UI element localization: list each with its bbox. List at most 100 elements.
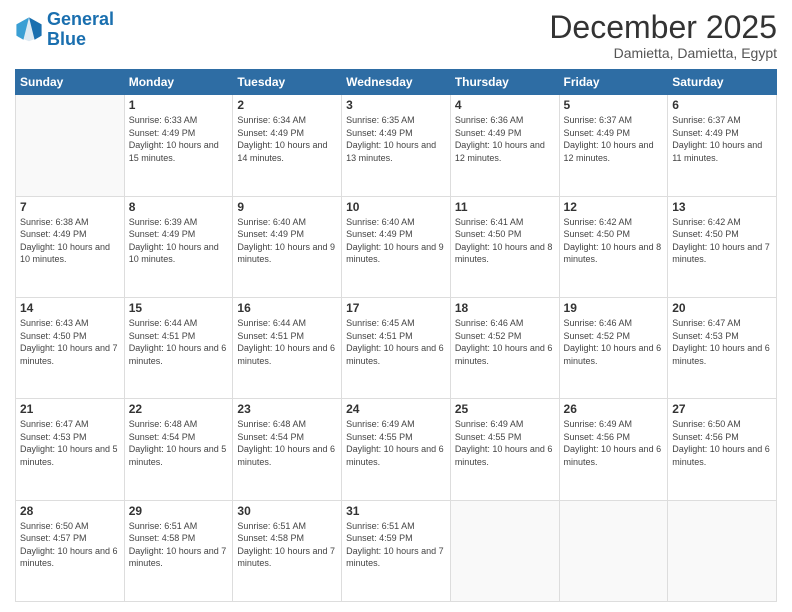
day-number: 23 (237, 402, 337, 416)
day-info: Sunrise: 6:44 AM Sunset: 4:51 PM Dayligh… (237, 317, 337, 367)
calendar-header: Sunday Monday Tuesday Wednesday Thursday… (16, 70, 777, 95)
page: General Blue December 2025 Damietta, Dam… (0, 0, 792, 612)
header-wednesday: Wednesday (342, 70, 451, 95)
cell-w2-d2: 8 Sunrise: 6:39 AM Sunset: 4:49 PM Daylig… (124, 196, 233, 297)
cell-w5-d2: 29 Sunrise: 6:51 AM Sunset: 4:58 PM Dayli… (124, 500, 233, 601)
day-number: 21 (20, 402, 120, 416)
day-info: Sunrise: 6:43 AM Sunset: 4:50 PM Dayligh… (20, 317, 120, 367)
cell-w3-d7: 20 Sunrise: 6:47 AM Sunset: 4:53 PM Dayli… (668, 297, 777, 398)
week-row-4: 21Sunrise: 6:47 AM Sunset: 4:53 PM Dayli… (16, 399, 777, 500)
day-number: 4 (455, 98, 555, 112)
header: General Blue December 2025 Damietta, Dam… (15, 10, 777, 61)
cell-w3-d6: 19 Sunrise: 6:46 AM Sunset: 4:52 PM Dayli… (559, 297, 668, 398)
logo-text: General Blue (47, 10, 114, 50)
day-info: Sunrise: 6:51 AM Sunset: 4:58 PM Dayligh… (237, 520, 337, 570)
cell-w4-d2: 22Sunrise: 6:48 AM Sunset: 4:54 PM Dayli… (124, 399, 233, 500)
day-number: 30 (237, 504, 337, 518)
cell-w2-d1: 7 Sunrise: 6:38 AM Sunset: 4:49 PM Daylig… (16, 196, 125, 297)
cell-w3-d4: 17 Sunrise: 6:45 AM Sunset: 4:51 PM Dayli… (342, 297, 451, 398)
day-number: 19 (564, 301, 664, 315)
cell-w3-d1: 14 Sunrise: 6:43 AM Sunset: 4:50 PM Dayli… (16, 297, 125, 398)
day-number: 29 (129, 504, 229, 518)
day-info: Sunrise: 6:39 AM Sunset: 4:49 PM Dayligh… (129, 216, 229, 266)
day-number: 20 (672, 301, 772, 315)
day-number: 11 (455, 200, 555, 214)
logo: General Blue (15, 10, 114, 50)
day-info: Sunrise: 6:51 AM Sunset: 4:58 PM Dayligh… (129, 520, 229, 570)
cell-w1-d2: 1 Sunrise: 6:33 AM Sunset: 4:49 PM Daylig… (124, 95, 233, 196)
day-info: Sunrise: 6:45 AM Sunset: 4:51 PM Dayligh… (346, 317, 446, 367)
day-number: 10 (346, 200, 446, 214)
logo-line1: General (47, 9, 114, 29)
day-number: 7 (20, 200, 120, 214)
header-saturday: Saturday (668, 70, 777, 95)
header-friday: Friday (559, 70, 668, 95)
cell-w5-d3: 30 Sunrise: 6:51 AM Sunset: 4:58 PM Dayli… (233, 500, 342, 601)
cell-w5-d4: 31 Sunrise: 6:51 AM Sunset: 4:59 PM Dayli… (342, 500, 451, 601)
day-info: Sunrise: 6:49 AM Sunset: 4:55 PM Dayligh… (455, 418, 555, 468)
cell-w3-d5: 18Sunrise: 6:46 AM Sunset: 4:52 PM Dayli… (450, 297, 559, 398)
day-number: 9 (237, 200, 337, 214)
header-sunday: Sunday (16, 70, 125, 95)
day-number: 25 (455, 402, 555, 416)
day-info: Sunrise: 6:49 AM Sunset: 4:56 PM Dayligh… (564, 418, 664, 468)
day-info: Sunrise: 6:50 AM Sunset: 4:56 PM Dayligh… (672, 418, 772, 468)
cell-w1-d3: 2 Sunrise: 6:34 AM Sunset: 4:49 PM Daylig… (233, 95, 342, 196)
day-number: 16 (237, 301, 337, 315)
day-info: Sunrise: 6:40 AM Sunset: 4:49 PM Dayligh… (237, 216, 337, 266)
day-number: 18 (455, 301, 555, 315)
header-thursday: Thursday (450, 70, 559, 95)
month-title: December 2025 (549, 10, 777, 45)
day-info: Sunrise: 6:40 AM Sunset: 4:49 PM Dayligh… (346, 216, 446, 266)
day-number: 6 (672, 98, 772, 112)
day-info: Sunrise: 6:51 AM Sunset: 4:59 PM Dayligh… (346, 520, 446, 570)
week-row-1: 1 Sunrise: 6:33 AM Sunset: 4:49 PM Daylig… (16, 95, 777, 196)
calendar-body: 1 Sunrise: 6:33 AM Sunset: 4:49 PM Daylig… (16, 95, 777, 602)
title-block: December 2025 Damietta, Damietta, Egypt (549, 10, 777, 61)
cell-w2-d5: 11 Sunrise: 6:41 AM Sunset: 4:50 PM Dayli… (450, 196, 559, 297)
location: Damietta, Damietta, Egypt (549, 45, 777, 61)
day-info: Sunrise: 6:36 AM Sunset: 4:49 PM Dayligh… (455, 114, 555, 164)
week-row-5: 28Sunrise: 6:50 AM Sunset: 4:57 PM Dayli… (16, 500, 777, 601)
day-info: Sunrise: 6:49 AM Sunset: 4:55 PM Dayligh… (346, 418, 446, 468)
day-number: 8 (129, 200, 229, 214)
header-monday: Monday (124, 70, 233, 95)
day-number: 2 (237, 98, 337, 112)
cell-w1-d6: 5Sunrise: 6:37 AM Sunset: 4:49 PM Daylig… (559, 95, 668, 196)
day-number: 15 (129, 301, 229, 315)
day-number: 17 (346, 301, 446, 315)
day-number: 3 (346, 98, 446, 112)
day-info: Sunrise: 6:41 AM Sunset: 4:50 PM Dayligh… (455, 216, 555, 266)
day-number: 14 (20, 301, 120, 315)
day-info: Sunrise: 6:42 AM Sunset: 4:50 PM Dayligh… (672, 216, 772, 266)
day-info: Sunrise: 6:47 AM Sunset: 4:53 PM Dayligh… (672, 317, 772, 367)
logo-icon (15, 16, 43, 44)
logo-line2: Blue (47, 29, 86, 49)
cell-w2-d3: 9 Sunrise: 6:40 AM Sunset: 4:49 PM Daylig… (233, 196, 342, 297)
cell-w2-d4: 10 Sunrise: 6:40 AM Sunset: 4:49 PM Dayli… (342, 196, 451, 297)
day-info: Sunrise: 6:42 AM Sunset: 4:50 PM Dayligh… (564, 216, 664, 266)
cell-w5-d6 (559, 500, 668, 601)
cell-w3-d3: 16 Sunrise: 6:44 AM Sunset: 4:51 PM Dayli… (233, 297, 342, 398)
cell-w1-d7: 6Sunrise: 6:37 AM Sunset: 4:49 PM Daylig… (668, 95, 777, 196)
cell-w2-d7: 13Sunrise: 6:42 AM Sunset: 4:50 PM Dayli… (668, 196, 777, 297)
week-row-2: 7 Sunrise: 6:38 AM Sunset: 4:49 PM Daylig… (16, 196, 777, 297)
cell-w4-d4: 24Sunrise: 6:49 AM Sunset: 4:55 PM Dayli… (342, 399, 451, 500)
day-number: 12 (564, 200, 664, 214)
day-number: 31 (346, 504, 446, 518)
day-number: 27 (672, 402, 772, 416)
day-info: Sunrise: 6:46 AM Sunset: 4:52 PM Dayligh… (564, 317, 664, 367)
day-info: Sunrise: 6:34 AM Sunset: 4:49 PM Dayligh… (237, 114, 337, 164)
day-info: Sunrise: 6:38 AM Sunset: 4:49 PM Dayligh… (20, 216, 120, 266)
cell-w4-d1: 21Sunrise: 6:47 AM Sunset: 4:53 PM Dayli… (16, 399, 125, 500)
day-info: Sunrise: 6:33 AM Sunset: 4:49 PM Dayligh… (129, 114, 229, 164)
day-info: Sunrise: 6:44 AM Sunset: 4:51 PM Dayligh… (129, 317, 229, 367)
day-number: 22 (129, 402, 229, 416)
cell-w2-d6: 12 Sunrise: 6:42 AM Sunset: 4:50 PM Dayli… (559, 196, 668, 297)
day-info: Sunrise: 6:50 AM Sunset: 4:57 PM Dayligh… (20, 520, 120, 570)
day-number: 1 (129, 98, 229, 112)
cell-w3-d2: 15 Sunrise: 6:44 AM Sunset: 4:51 PM Dayli… (124, 297, 233, 398)
header-tuesday: Tuesday (233, 70, 342, 95)
cell-w4-d5: 25 Sunrise: 6:49 AM Sunset: 4:55 PM Dayli… (450, 399, 559, 500)
week-row-3: 14 Sunrise: 6:43 AM Sunset: 4:50 PM Dayli… (16, 297, 777, 398)
